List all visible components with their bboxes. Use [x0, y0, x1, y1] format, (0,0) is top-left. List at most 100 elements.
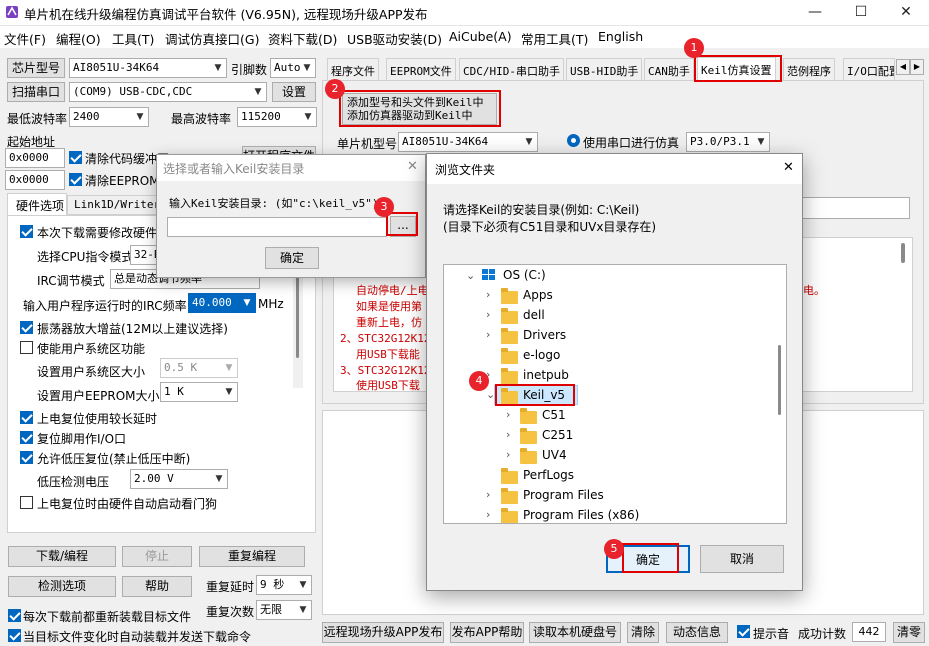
serial-pins-select[interactable]: P3.0/P3.1 ▼ — [686, 132, 770, 152]
low-volt-reset-checkbox[interactable] — [20, 451, 33, 464]
close-icon[interactable]: ✕ — [783, 160, 794, 175]
repeat-program-button[interactable]: 重复编程 — [199, 546, 305, 567]
download-program-button[interactable]: 下载/编程 — [8, 546, 116, 567]
chevron-right-icon[interactable]: › — [486, 488, 490, 501]
tree-item-program-files[interactable]: Program Files — [523, 488, 604, 502]
remote-upgrade-button[interactable]: 远程现场升级APP发布 — [322, 622, 444, 643]
irc-frequency-input[interactable]: 40.000 ▼ — [188, 293, 256, 313]
tab-usb-hid[interactable]: USB-HID助手 — [566, 58, 643, 80]
repeat-count-select[interactable]: 无限 ▼ — [256, 600, 312, 620]
dynamic-info-button[interactable]: 动态信息 — [666, 622, 728, 643]
read-disk-button[interactable]: 读取本机硬盘号 — [529, 622, 621, 643]
menu-tools[interactable]: 工具(T) — [112, 29, 154, 48]
chevron-right-icon[interactable]: › — [486, 308, 490, 321]
clear-eeprom-checkbox[interactable] — [69, 173, 82, 186]
note-line: 3、STC32G12K128 — [340, 364, 438, 377]
close-icon[interactable]: ✕ — [883, 0, 929, 26]
eeprom-size-select[interactable]: 1 K ▼ — [160, 382, 238, 402]
menu-common-tools[interactable]: 常用工具(T) — [521, 29, 588, 48]
browse-cancel-button[interactable]: 取消 — [700, 545, 784, 573]
pins-label: 引脚数 — [231, 63, 268, 77]
reload-each-checkbox[interactable] — [8, 609, 21, 622]
tree-item-drivers[interactable]: Drivers — [523, 328, 566, 342]
chevron-down-icon[interactable]: ⌄ — [486, 388, 495, 401]
tree-item-perflogs[interactable]: PerfLogs — [523, 468, 574, 482]
tab-cdc-hid-serial[interactable]: CDC/HID-串口助手 — [459, 58, 564, 80]
chip-model-select[interactable]: AI8051U-34K64 ▼ — [69, 58, 227, 78]
menu-file[interactable]: 文件(F) — [4, 29, 46, 48]
min-baud-select[interactable]: 2400 ▼ — [69, 107, 149, 127]
tab-can[interactable]: CAN助手 — [644, 58, 694, 80]
tab-examples[interactable]: 范例程序 — [783, 58, 835, 80]
reset-count-button[interactable]: 清零 — [893, 622, 925, 643]
reset-io-checkbox[interactable] — [20, 431, 33, 444]
low-volt-select[interactable]: 2.00 V ▼ — [130, 469, 228, 489]
menu-program[interactable]: 编程(O) — [56, 29, 101, 48]
menu-debug[interactable]: 调试仿真接口(G) — [165, 29, 259, 48]
keil-chip-select[interactable]: AI8051U-34K64 ▼ — [398, 132, 538, 152]
port-settings-button[interactable]: 设置 — [272, 82, 316, 102]
tree-item-e-logo[interactable]: e-logo — [523, 348, 560, 362]
menu-aicube[interactable]: AiCube(A) — [449, 29, 512, 44]
chevron-right-icon[interactable]: › — [506, 428, 510, 441]
tab-scroll-right-icon[interactable]: ▶ — [910, 59, 924, 75]
chevron-right-icon[interactable]: › — [506, 448, 510, 461]
annotation-box-2 — [339, 90, 501, 127]
chevron-down-icon[interactable]: ⌄ — [466, 269, 475, 282]
help-button[interactable]: 帮助 — [122, 576, 192, 597]
clear-log-button[interactable]: 清除 — [627, 622, 659, 643]
port-select[interactable]: (COM9) USB-CDC,CDC ▼ — [69, 82, 267, 102]
window-title: 单片机在线升级编程仿真调试平台软件 (V6.95N), 远程现场升级APP发布 — [24, 7, 428, 22]
publish-help-button[interactable]: 发布APP帮助 — [450, 622, 524, 643]
menu-download[interactable]: 资料下载(D) — [268, 29, 337, 48]
tree-item-dell[interactable]: dell — [523, 308, 545, 322]
chevron-right-icon[interactable]: › — [486, 328, 490, 341]
code-address-input[interactable]: 0x0000 — [5, 148, 65, 168]
notes-scrollbar-thumb[interactable] — [901, 243, 905, 263]
pins-select[interactable]: Auto ▼ — [270, 58, 316, 78]
modify-hw-checkbox[interactable] — [20, 225, 33, 238]
watchdog-checkbox[interactable] — [20, 496, 33, 509]
tree-item-inetpub[interactable]: inetpub — [523, 368, 569, 382]
chevron-right-icon[interactable]: › — [486, 288, 490, 301]
tab-link1d-writer[interactable]: Link1D/Writer — [67, 195, 159, 215]
tree-item-uv4[interactable]: UV4 — [542, 448, 567, 462]
tree-item-c51[interactable]: C51 — [542, 408, 566, 422]
tree-item-program-files-x86[interactable]: Program Files (x86) — [523, 508, 639, 522]
osc-gain-checkbox[interactable] — [20, 321, 33, 334]
tab-io-config[interactable]: I/O口配置 — [843, 58, 895, 80]
tree-scrollbar-thumb[interactable] — [778, 345, 781, 415]
minimize-icon[interactable]: — — [792, 0, 838, 26]
sys-area-size-select[interactable]: 0.5 K ▼ — [160, 358, 238, 378]
poweron-delay-checkbox[interactable] — [20, 411, 33, 424]
repeat-delay-select[interactable]: 9 秒 ▼ — [256, 575, 312, 595]
check-options-button[interactable]: 检测选项 — [8, 576, 116, 597]
menu-usb-driver[interactable]: USB驱动安装(D) — [347, 29, 442, 48]
tree-item-apps[interactable]: Apps — [523, 288, 553, 302]
chevron-right-icon[interactable]: › — [506, 408, 510, 421]
chip-model-button[interactable]: 芯片型号 — [7, 58, 65, 78]
max-baud-select[interactable]: 115200 ▼ — [237, 107, 317, 127]
tree-item-c251[interactable]: C251 — [542, 428, 573, 442]
menu-english[interactable]: English — [598, 29, 643, 44]
keil-info-field[interactable] — [800, 197, 910, 219]
annotation-badge-5: 5 — [604, 539, 624, 559]
beep-checkbox[interactable] — [737, 625, 750, 638]
tab-program-file[interactable]: 程序文件 — [327, 58, 379, 80]
scan-port-button[interactable]: 扫描串口 — [7, 82, 65, 102]
serial-sim-radio[interactable] — [567, 134, 580, 147]
tab-scroll-left-icon[interactable]: ◀ — [896, 59, 910, 75]
close-icon[interactable]: ✕ — [407, 159, 418, 174]
chevron-right-icon[interactable]: › — [486, 508, 490, 521]
stop-button[interactable]: 停止 — [122, 546, 192, 567]
tab-eeprom-file[interactable]: EEPROM文件 — [386, 58, 456, 80]
maximize-icon[interactable]: ☐ — [838, 0, 884, 26]
eeprom-address-input[interactable]: 0x0000 — [5, 170, 65, 190]
reload-change-checkbox[interactable] — [8, 629, 21, 642]
keil-dir-input[interactable] — [167, 217, 387, 237]
tab-hardware-options[interactable]: 硬件选项 — [7, 193, 67, 215]
sys-area-checkbox[interactable] — [20, 341, 33, 354]
clear-code-checkbox[interactable] — [69, 151, 82, 164]
keil-dir-ok-button[interactable]: 确定 — [265, 247, 319, 269]
tree-item-os-c[interactable]: OS (C:) — [503, 268, 546, 282]
